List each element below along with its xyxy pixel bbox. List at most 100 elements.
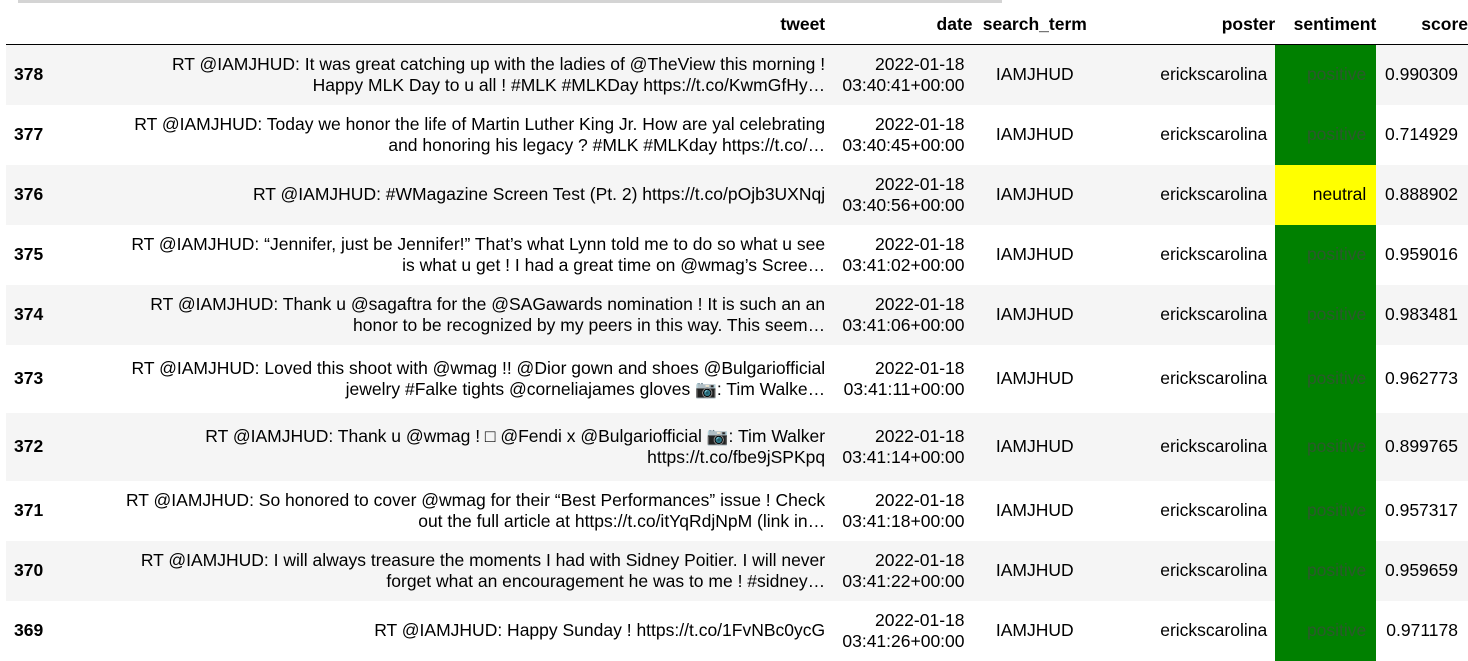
scrollbar-thumb[interactable] [18, 0, 1002, 3]
search-term-cell: IAMJHUD [995, 304, 1074, 324]
date-cell: 2022-01-18 03:41:06+00:00 [825, 285, 972, 345]
time-value: 03:41:14+00:00 [842, 446, 965, 467]
search-term-column-header: search_term [972, 4, 1098, 45]
tweet-text: RT @IAMJHUD: #WMagazine Screen Test (Pt.… [95, 184, 825, 205]
search-term-cell: IAMJHUD [995, 560, 1074, 580]
row-index: 372 [14, 436, 44, 456]
score-cell: 0.983481 [1385, 304, 1458, 324]
date-cell: 2022-01-18 03:40:56+00:00 [825, 165, 972, 225]
search-term-cell: IAMJHUD [995, 244, 1074, 264]
tweet-text: RT @IAMJHUD: Thank u @sagaftra for the @… [95, 294, 825, 336]
date-cell: 2022-01-18 03:40:41+00:00 [825, 45, 972, 105]
row-index: 376 [14, 184, 44, 204]
date-cell: 2022-01-18 03:41:22+00:00 [825, 541, 972, 601]
tweet-text-line-2: is what u get ! I had a great time on @w… [402, 254, 826, 275]
date-value: 2022-01-18 [874, 549, 965, 570]
sentiment-cell: positive [1275, 600, 1377, 661]
date-value: 2022-01-18 [874, 173, 965, 194]
score-cell: 0.990309 [1385, 64, 1458, 85]
time-value: 03:41:02+00:00 [842, 254, 965, 275]
date-cell: 2022-01-18 03:41:11+00:00 [825, 345, 972, 413]
time-value: 03:41:06+00:00 [842, 314, 965, 335]
tweet-text-line-2: out the full article at https://t.co/itY… [418, 510, 826, 531]
row-index: 374 [14, 304, 44, 324]
search-term-cell: IAMJHUD [995, 124, 1074, 144]
sentiment-cell: positive [1275, 44, 1377, 105]
tweet-text: RT @IAMJHUD: “Jennifer, just be Jennifer… [95, 234, 825, 276]
index-column-header [6, 4, 55, 45]
date-value: 2022-01-18 [874, 233, 965, 254]
date-value: 2022-01-18 [874, 357, 965, 378]
time-value: 03:41:18+00:00 [842, 510, 965, 531]
header-row: tweet date search_term poster sentiment … [6, 4, 1468, 45]
sentiment-cell: positive [1275, 540, 1377, 601]
date-cell: 2022-01-18 03:41:26+00:00 [825, 601, 972, 661]
score-cell: 0.959659 [1385, 560, 1458, 580]
date-cell: 2022-01-18 03:41:02+00:00 [825, 225, 972, 285]
date-column-header: date [825, 4, 973, 45]
poster-cell: erickscarolina [1160, 304, 1268, 324]
sentiment-cell: positive [1275, 224, 1377, 285]
table-row: 378 RT @IAMJHUD: It was great catching up… [6, 44, 1468, 105]
tweet-text-line-1: RT @IAMJHUD: Happy Sunday ! https://t.co… [374, 620, 826, 640]
tweet-text-line-1: RT @IAMJHUD: Loved this shoot with @wmag… [131, 357, 826, 378]
tweet-text-line-2: and honoring his legacy ? #MLK #MLKday h… [388, 134, 826, 155]
date-cell: 2022-01-18 03:40:45+00:00 [825, 105, 972, 165]
tweet-text-line-1: RT @IAMJHUD: “Jennifer, just be Jennifer… [131, 233, 826, 254]
tweet-text-line-1: RT @IAMJHUD: So honored to cover @wmag f… [125, 489, 826, 510]
tweet-text: RT @IAMJHUD: It was great catching up wi… [95, 54, 825, 96]
sentiment-cell: positive [1275, 284, 1377, 345]
search-term-cell: IAMJHUD [995, 500, 1074, 520]
date-value: 2022-01-18 [874, 53, 965, 74]
poster-cell: erickscarolina [1160, 620, 1268, 640]
tweet-text-line-1: RT @IAMJHUD: Today we honor the life of … [134, 113, 826, 134]
date-value: 2022-01-18 [874, 489, 965, 510]
row-index: 373 [14, 368, 44, 388]
poster-cell: erickscarolina [1160, 124, 1268, 144]
time-value: 03:41:26+00:00 [842, 630, 965, 651]
sentiment-cell: positive [1275, 344, 1377, 413]
tweet-cell: RT @IAMJHUD: Today we honor the life of … [55, 105, 825, 165]
table-row: 374 RT @IAMJHUD: Thank u @sagaftra for th… [6, 284, 1468, 345]
search-term-cell: IAMJHUD [995, 620, 1074, 640]
poster-cell: erickscarolina [1160, 184, 1268, 204]
tweet-text-line-2: honor to be recognized by my peers in th… [353, 314, 826, 335]
score-cell: 0.899765 [1385, 436, 1458, 456]
table-row: 372 RT @IAMJHUD: Thank u @wmag ! □ @Fendi… [6, 412, 1468, 481]
tweet-text-line-2: jewelry #Falke tights @corneliajames glo… [345, 378, 826, 399]
tweet-text: RT @IAMJHUD: Today we honor the life of … [95, 114, 825, 156]
row-index: 370 [14, 560, 44, 580]
poster-cell: erickscarolina [1160, 368, 1268, 388]
table-row: 370 RT @IAMJHUD: I will always treasure t… [6, 540, 1468, 601]
sentiment-cell: positive [1275, 412, 1377, 481]
score-cell: 0.888902 [1385, 184, 1458, 204]
row-index: 369 [14, 620, 44, 640]
tweet-text-line-1: RT @IAMJHUD: #WMagazine Screen Test (Pt.… [252, 184, 826, 204]
tweet-column-header: tweet [54, 4, 826, 45]
tweet-cell: RT @IAMJHUD: Loved this shoot with @wmag… [55, 345, 826, 413]
poster-cell: erickscarolina [1160, 244, 1268, 264]
row-index: 378 [14, 64, 44, 85]
score-column-header: score [1376, 4, 1468, 45]
sentiment-column-header: sentiment [1275, 4, 1377, 45]
date-cell: 2022-01-18 03:41:18+00:00 [825, 481, 972, 541]
tweet-text: RT @IAMJHUD: Happy Sunday ! https://t.co… [95, 620, 825, 641]
tweet-cell: RT @IAMJHUD: I will always treasure the … [55, 541, 825, 601]
horizontal-scrollbar[interactable] [18, 0, 1002, 3]
tweet-text-line-1: RT @IAMJHUD: Thank u @wmag ! □ @Fendi x … [205, 425, 826, 446]
search-term-cell: IAMJHUD [995, 368, 1074, 388]
time-value: 03:40:45+00:00 [842, 134, 965, 155]
search-term-cell: IAMJHUD [995, 64, 1074, 85]
tweet-text: RT @IAMJHUD: I will always treasure the … [95, 550, 825, 592]
table-row: 369 RT @IAMJHUD: Happy Sunday ! https://t… [6, 600, 1468, 661]
table-body: 378 RT @IAMJHUD: It was great catching up… [6, 44, 1468, 661]
tweet-text-line-2: forget what an encouragement he was to m… [386, 570, 826, 591]
tweet-cell: RT @IAMJHUD: Thank u @sagaftra for the @… [55, 285, 825, 345]
sentiment-cell: neutral [1275, 164, 1377, 225]
row-index: 375 [14, 244, 44, 264]
tweet-cell: RT @IAMJHUD: Happy Sunday ! https://t.co… [55, 601, 825, 661]
table-row: 376 RT @IAMJHUD: #WMagazine Screen Test (… [6, 164, 1468, 225]
search-term-cell: IAMJHUD [995, 436, 1074, 456]
score-cell: 0.971178 [1386, 620, 1458, 640]
table-row: 373 RT @IAMJHUD: Loved this shoot with @w… [6, 344, 1468, 413]
